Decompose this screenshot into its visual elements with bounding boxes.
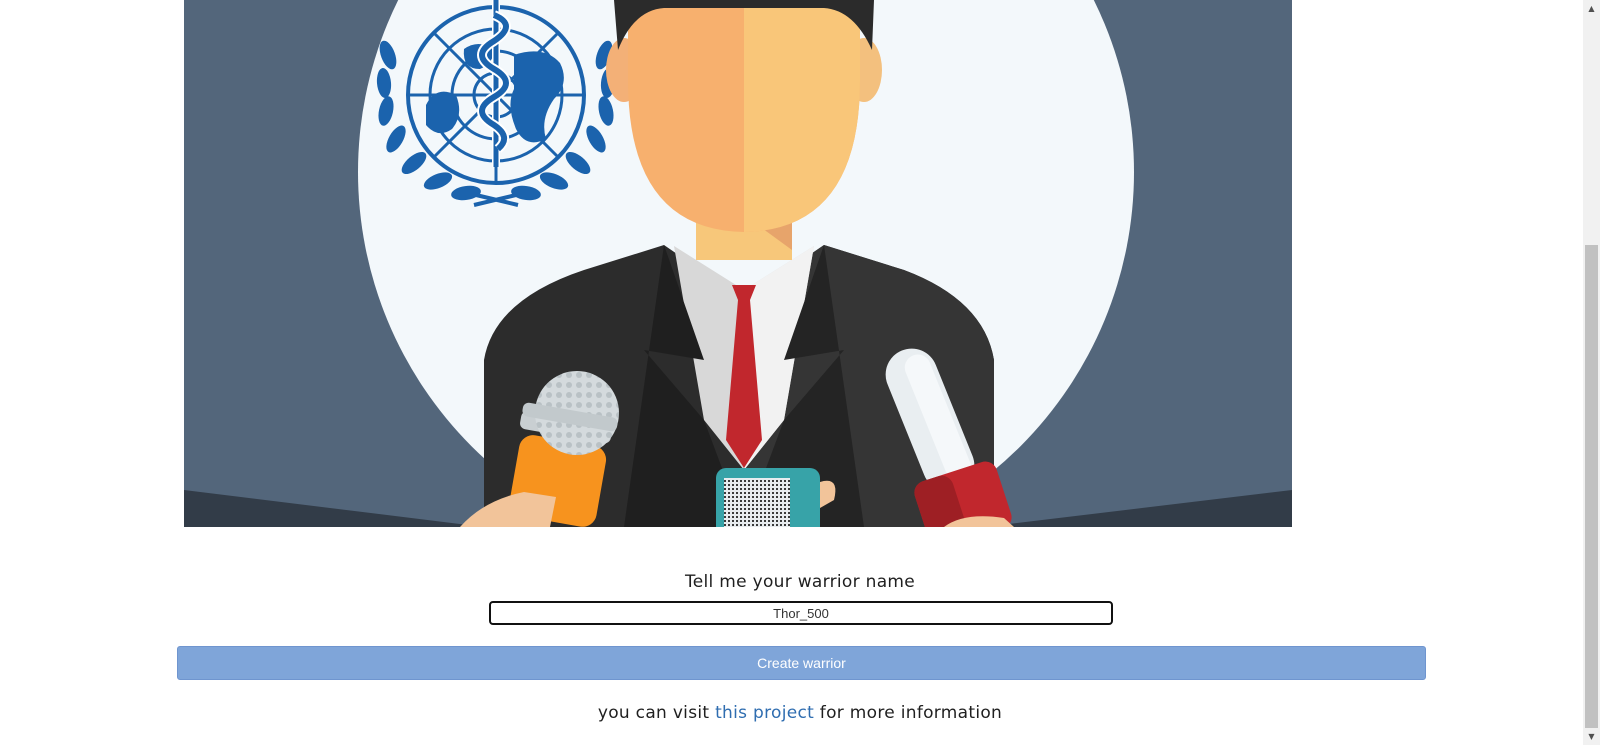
vertical-scrollbar[interactable]: ▲ ▼ bbox=[1583, 0, 1600, 745]
footer-suffix: for more information bbox=[814, 703, 1003, 723]
warrior-name-input[interactable] bbox=[489, 601, 1113, 625]
scrollbar-thumb[interactable] bbox=[1585, 245, 1598, 728]
project-link[interactable]: this project bbox=[715, 703, 814, 723]
footer-text: you can visit this project for more info… bbox=[0, 703, 1600, 723]
scroll-up-icon[interactable]: ▲ bbox=[1583, 0, 1600, 17]
footer-prefix: you can visit bbox=[597, 703, 716, 723]
warrior-name-label: Tell me your warrior name bbox=[684, 572, 916, 592]
scroll-down-icon[interactable]: ▼ bbox=[1583, 728, 1600, 745]
recorder-icon bbox=[716, 468, 836, 527]
create-warrior-button[interactable]: Create warrior bbox=[177, 646, 1426, 680]
hero-illustration bbox=[184, 0, 1292, 527]
